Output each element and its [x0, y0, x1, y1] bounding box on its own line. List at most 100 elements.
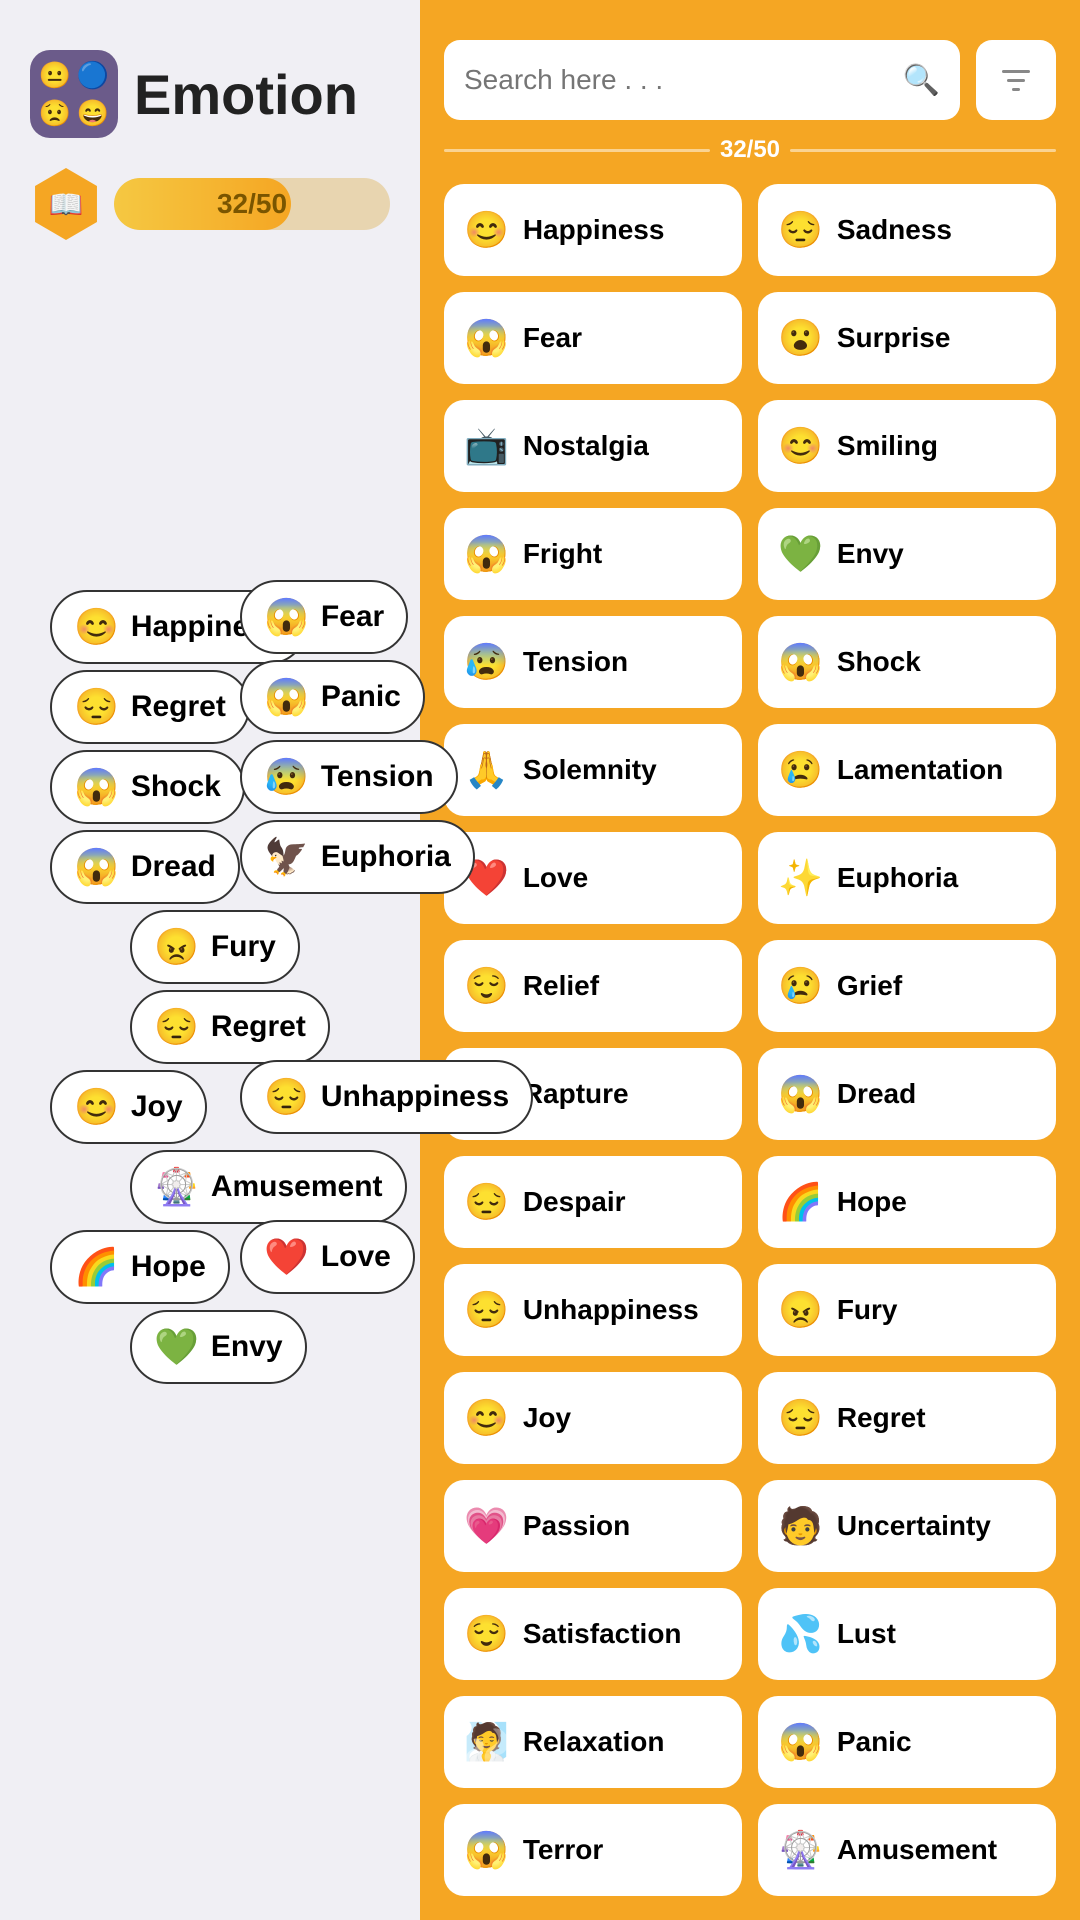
grid-emoji-hope: 🌈: [778, 1181, 823, 1223]
chip-euphoria-left[interactable]: 🦅 Euphoria: [240, 820, 475, 894]
grid-chip-euphoria[interactable]: ✨Euphoria: [758, 832, 1056, 924]
right-progress-row: 32/50: [444, 136, 1056, 164]
grid-chip-relaxation[interactable]: 🧖Relaxation: [444, 1696, 742, 1788]
chip-amusement-left[interactable]: 🎡Amusement: [130, 1150, 407, 1224]
grid-emoji-fright: 😱: [464, 533, 509, 575]
progress-line-right: [790, 149, 1056, 152]
chip-label-fury-left: Fury: [211, 930, 276, 964]
grid-chip-happiness[interactable]: 😊Happiness: [444, 184, 742, 276]
chip-emoji-panic-left: 😱: [264, 676, 309, 718]
filter-button[interactable]: [976, 40, 1056, 120]
grid-label-lamentation: Lamentation: [837, 754, 1003, 786]
grid-chip-solemnity[interactable]: 🙏Solemnity: [444, 724, 742, 816]
grid-chip-regret[interactable]: 😔Regret: [758, 1372, 1056, 1464]
chip-unhappiness-left[interactable]: 😔Unhappiness: [240, 1060, 533, 1134]
grid-emoji-lamentation: 😢: [778, 749, 823, 791]
grid-label-love: Love: [523, 862, 588, 894]
app-icon: 😐 🔵 😟 😄: [30, 50, 118, 138]
grid-emoji-sadness: 😔: [778, 209, 823, 251]
chip-emoji-euphoria-left: 🦅: [264, 836, 309, 878]
grid-chip-sadness[interactable]: 😔Sadness: [758, 184, 1056, 276]
grid-chip-fright[interactable]: 😱Fright: [444, 508, 742, 600]
grid-chip-nostalgia[interactable]: 📺Nostalgia: [444, 400, 742, 492]
chip-label-dread-left: Dread: [131, 850, 216, 884]
grid-chip-love[interactable]: ❤️Love: [444, 832, 742, 924]
grid-chip-fury[interactable]: 😠 Fury: [758, 1264, 1056, 1356]
chip-emoji-envy-left: 💚: [154, 1326, 199, 1368]
grid-emoji-fury: 😠: [778, 1289, 823, 1331]
chip-label-love-left: Love: [321, 1240, 391, 1274]
grid-chip-uncertainty[interactable]: 🧑Uncertainty: [758, 1480, 1056, 1572]
grid-chip-tension[interactable]: 😰Tension: [444, 616, 742, 708]
chip-fury-left[interactable]: 😠Fury: [130, 910, 300, 984]
grid-label-fear: Fear: [523, 322, 582, 354]
grid-chip-lust[interactable]: 💦Lust: [758, 1588, 1056, 1680]
chip-emoji-tension-left: 😰: [264, 756, 309, 798]
chip-emoji-regret2-left: 😔: [154, 1006, 199, 1048]
grid-label-fury: Fury: [837, 1294, 898, 1326]
grid-chip-lamentation[interactable]: 😢 Lamentation: [758, 724, 1056, 816]
chip-envy-left[interactable]: 💚Envy: [130, 1310, 307, 1384]
grid-emoji-fear: 😱: [464, 317, 509, 359]
chip-emoji-fear-left: 😱: [264, 596, 309, 638]
search-icon: 🔍: [903, 63, 940, 98]
grid-label-regret: Regret: [837, 1402, 926, 1434]
grid-chip-dread[interactable]: 😱Dread: [758, 1048, 1056, 1140]
chip-joy-left[interactable]: 😊Joy: [50, 1070, 207, 1144]
grid-chip-grief[interactable]: 😢Grief: [758, 940, 1056, 1032]
chip-hope-left[interactable]: 🌈Hope: [50, 1230, 230, 1304]
grid-emoji-smiling: 😊: [778, 425, 823, 467]
grid-chip-unhappiness[interactable]: 😔Unhappiness: [444, 1264, 742, 1356]
grid-label-happiness: Happiness: [523, 214, 665, 246]
grid-chip-passion[interactable]: 💗Passion: [444, 1480, 742, 1572]
chip-label-euphoria-left: Euphoria: [321, 840, 451, 874]
chip-love-left[interactable]: ❤️ Love: [240, 1220, 415, 1294]
chip-emoji-unhappiness-left: 😔: [264, 1076, 309, 1118]
chip-panic-left[interactable]: 😱Panic: [240, 660, 425, 734]
grid-chip-surprise[interactable]: 😮Surprise: [758, 292, 1056, 384]
grid-label-smiling: Smiling: [837, 430, 938, 462]
chip-tension-left[interactable]: 😰 Tension: [240, 740, 458, 814]
grid-label-grief: Grief: [837, 970, 902, 1002]
chip-label-fear-left: Fear: [321, 600, 384, 634]
search-input-wrapper[interactable]: 🔍: [444, 40, 960, 120]
chip-regret2-left[interactable]: 😔 Regret: [130, 990, 330, 1064]
progress-track: 32/50: [114, 178, 390, 230]
chip-label-regret2-left: Regret: [211, 1010, 306, 1044]
grid-chip-despair[interactable]: 😔Despair: [444, 1156, 742, 1248]
chip-emoji-amusement-left: 🎡: [154, 1166, 199, 1208]
grid-chip-joy[interactable]: 😊Joy: [444, 1372, 742, 1464]
grid-label-unhappiness: Unhappiness: [523, 1294, 699, 1326]
search-input[interactable]: [464, 64, 895, 96]
grid-label-relaxation: Relaxation: [523, 1726, 665, 1758]
grid-chip-envy[interactable]: 💚Envy: [758, 508, 1056, 600]
chip-label-shock-left: Shock: [131, 770, 221, 804]
grid-label-lust: Lust: [837, 1618, 896, 1650]
chip-label-tension-left: Tension: [321, 760, 434, 794]
badge-icon: 📖: [30, 168, 102, 240]
app-header: 😐 🔵 😟 😄 Emotion: [30, 50, 390, 138]
chip-shock-left[interactable]: 😱 Shock: [50, 750, 245, 824]
grid-chip-terror[interactable]: 😱Terror: [444, 1804, 742, 1896]
chip-dread-left[interactable]: 😱Dread: [50, 830, 240, 904]
grid-label-dread: Dread: [837, 1078, 916, 1110]
grid-emoji-amusement: 🎡: [778, 1829, 823, 1871]
chip-emoji-shock-left: 😱: [74, 766, 119, 808]
chip-emoji-love-left: ❤️: [264, 1236, 309, 1278]
chip-label-joy-left: Joy: [131, 1090, 183, 1124]
grid-emoji-despair: 😔: [464, 1181, 509, 1223]
grid-emoji-nostalgia: 📺: [464, 425, 509, 467]
grid-chip-panic[interactable]: 😱Panic: [758, 1696, 1056, 1788]
grid-chip-amusement[interactable]: 🎡Amusement: [758, 1804, 1056, 1896]
chip-regret-left[interactable]: 😔Regret: [50, 670, 250, 744]
grid-chip-smiling[interactable]: 😊 Smiling: [758, 400, 1056, 492]
grid-label-solemnity: Solemnity: [523, 754, 657, 786]
grid-chip-shock[interactable]: 😱Shock: [758, 616, 1056, 708]
grid-chip-hope[interactable]: 🌈Hope: [758, 1156, 1056, 1248]
grid-chip-fear[interactable]: 😱 Fear: [444, 292, 742, 384]
progress-label: 32/50: [114, 188, 390, 220]
search-bar-row: 🔍: [444, 40, 1056, 120]
chip-fear-left[interactable]: 😱 Fear: [240, 580, 408, 654]
grid-chip-relief[interactable]: 😌Relief: [444, 940, 742, 1032]
grid-chip-satisfaction[interactable]: 😌Satisfaction: [444, 1588, 742, 1680]
